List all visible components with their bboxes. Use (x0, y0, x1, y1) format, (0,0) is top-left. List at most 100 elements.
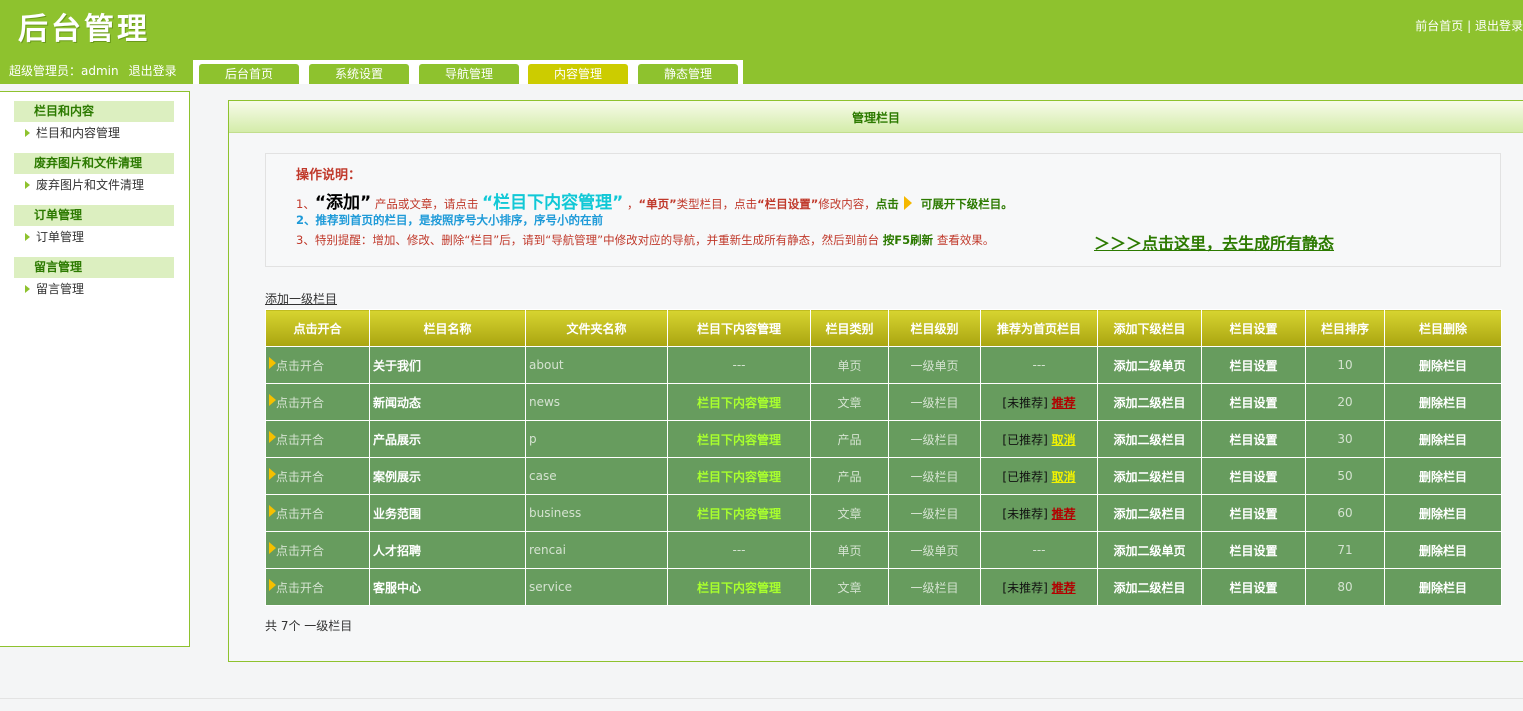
note-text: 点击 (875, 197, 899, 211)
content-mgmt-link[interactable]: 栏目下内容管理 (697, 507, 781, 521)
column-type: 文章 (810, 494, 889, 532)
add-sub-column-link[interactable]: 添加二级单页 (1097, 346, 1202, 384)
sidebar-item-orders[interactable]: 订单管理 (14, 226, 189, 248)
column-type: 产品 (810, 457, 889, 495)
column-name: 产品展示 (369, 420, 526, 458)
column-settings-link[interactable]: 栏目设置 (1201, 568, 1306, 606)
delete-column-link[interactable]: 删除栏目 (1384, 531, 1502, 569)
expand-triangle-icon[interactable] (269, 467, 276, 480)
delete-column-link[interactable]: 删除栏目 (1384, 457, 1502, 495)
tab-home[interactable]: 后台首页 (199, 64, 299, 84)
toggle-label[interactable]: 点击开合 (276, 507, 324, 521)
logout-link[interactable]: 退出登录 (129, 64, 177, 78)
delete-column-link[interactable]: 删除栏目 (1384, 383, 1502, 421)
content-mgmt-link[interactable]: 栏目下内容管理 (697, 396, 781, 410)
add-sub-column-link[interactable]: 添加二级栏目 (1097, 420, 1202, 458)
content-mgmt-link[interactable]: 栏目下内容管理 (697, 470, 781, 484)
recommend-link[interactable]: 推荐 (1052, 396, 1076, 410)
note-text: “单页” (638, 197, 677, 211)
column-level: 一级单页 (888, 531, 981, 569)
cancel-recommend-link[interactable]: 取消 (1052, 433, 1076, 447)
toggle-label[interactable]: 点击开合 (276, 433, 324, 447)
recommend-link[interactable]: 推荐 (1052, 581, 1076, 595)
expand-triangle-icon[interactable] (269, 356, 276, 369)
toggle-cell[interactable]: 点击开合 (265, 383, 370, 421)
add-sub-column-link[interactable]: 添加二级栏目 (1097, 383, 1202, 421)
column-settings-link[interactable]: 栏目设置 (1201, 457, 1306, 495)
sidebar-item-columns[interactable]: 栏目和内容管理 (14, 122, 189, 144)
column-level: 一级栏目 (888, 494, 981, 532)
tab-navigation[interactable]: 导航管理 (419, 64, 519, 84)
expand-triangle-icon[interactable] (269, 430, 276, 443)
column-settings-link[interactable]: 栏目设置 (1201, 531, 1306, 569)
expand-triangle-icon[interactable] (269, 393, 276, 406)
sidebar-title: 订单管理 (14, 205, 174, 226)
sidebar: 栏目和内容 栏目和内容管理 废弃图片和文件清理 废弃图片和文件清理 订单管理 订… (0, 91, 190, 647)
cancel-recommend-link[interactable]: 取消 (1052, 470, 1076, 484)
expand-triangle-icon[interactable] (269, 541, 276, 554)
toggle-cell[interactable]: 点击开合 (265, 457, 370, 495)
column-settings-link[interactable]: 栏目设置 (1201, 346, 1306, 384)
content-mgmt-link[interactable]: 栏目下内容管理 (697, 581, 781, 595)
top-links: 前台首页 | 退出登录 (1415, 17, 1523, 34)
recommend-link[interactable]: 推荐 (1052, 507, 1076, 521)
toggle-cell[interactable]: 点击开合 (265, 494, 370, 532)
recommend-cell: [未推荐] 推荐 (980, 383, 1098, 421)
folder-name: rencai (525, 531, 668, 569)
add-sub-column-link[interactable]: 添加二级栏目 (1097, 568, 1202, 606)
toggle-label[interactable]: 点击开合 (276, 359, 324, 373)
delete-column-link[interactable]: 删除栏目 (1384, 568, 1502, 606)
add-sub-column-link[interactable]: 添加二级单页 (1097, 531, 1202, 569)
content-mgmt-link[interactable]: 栏目下内容管理 (697, 433, 781, 447)
toggle-cell[interactable]: 点击开合 (265, 568, 370, 606)
sidebar-group-columns: 栏目和内容 栏目和内容管理 (14, 101, 189, 144)
column-settings-link[interactable]: 栏目设置 (1201, 494, 1306, 532)
expand-triangle-icon[interactable] (269, 578, 276, 591)
column-level: 一级栏目 (888, 420, 981, 458)
tab-system[interactable]: 系统设置 (309, 64, 409, 84)
column-header: 栏目排序 (1305, 309, 1385, 347)
main-tabs: 后台首页 系统设置 导航管理 内容管理 静态管理 (193, 60, 743, 84)
toggle-label[interactable]: 点击开合 (276, 470, 324, 484)
instructions-title: 操作说明： (296, 168, 362, 183)
add-top-column-link[interactable]: 添加一级栏目 (265, 290, 337, 307)
footer-divider (0, 698, 1523, 699)
column-order: 30 (1305, 420, 1385, 458)
tab-content[interactable]: 内容管理 (528, 64, 628, 84)
generate-static-link[interactable]: ＞＞＞点击这里，去生成所有静态 (1094, 230, 1334, 254)
column-settings-link[interactable]: 栏目设置 (1201, 383, 1306, 421)
sidebar-item-messages[interactable]: 留言管理 (14, 278, 189, 300)
top-logout-link[interactable]: 退出登录 (1475, 19, 1523, 33)
sidebar-item-label: 废弃图片和文件清理 (36, 178, 145, 192)
delete-column-link[interactable]: 删除栏目 (1384, 420, 1502, 458)
instruction-line-1: 1、“添加” 产品或文章，请点击 “栏目下内容管理” ，“单页”类型栏目，点击“… (296, 188, 1013, 213)
delete-column-link[interactable]: 删除栏目 (1384, 494, 1502, 532)
site-logo: 后台管理 (18, 12, 150, 47)
toggle-label[interactable]: 点击开合 (276, 544, 324, 558)
link-separator: | (1463, 19, 1475, 33)
table-header-row: 点击开合 栏目名称 文件夹名称 栏目下内容管理 栏目类别 栏目级别 推荐为首页栏… (265, 309, 1502, 347)
sidebar-item-cleanup[interactable]: 废弃图片和文件清理 (14, 174, 189, 196)
front-home-link[interactable]: 前台首页 (1415, 19, 1463, 33)
table-row: 点击开合 关于我们 about --- 单页 一级单页 --- 添加二级单页 栏目设置 10 删除栏… (265, 346, 1502, 384)
toggle-cell[interactable]: 点击开合 (265, 420, 370, 458)
recommend-cell: --- (980, 531, 1098, 569)
delete-column-link[interactable]: 删除栏目 (1384, 346, 1502, 384)
column-type: 文章 (810, 383, 889, 421)
sidebar-item-label: 留言管理 (36, 282, 85, 296)
table-row: 点击开合 客服中心 service 栏目下内容管理 文章 一级栏目 [未推荐] 推荐 添加二级… (265, 568, 1502, 606)
toggle-cell[interactable]: 点击开合 (265, 346, 370, 384)
add-sub-column-link[interactable]: 添加二级栏目 (1097, 457, 1202, 495)
folder-name: p (525, 420, 668, 458)
toggle-label[interactable]: 点击开合 (276, 396, 324, 410)
instructions-box: 操作说明： 1、“添加” 产品或文章，请点击 “栏目下内容管理” ，“单页”类型… (265, 153, 1501, 267)
tab-static[interactable]: 静态管理 (638, 64, 738, 84)
toggle-cell[interactable]: 点击开合 (265, 531, 370, 569)
column-level: 一级单页 (888, 346, 981, 384)
add-sub-column-link[interactable]: 添加二级栏目 (1097, 494, 1202, 532)
triangle-right-icon (25, 129, 30, 137)
instruction-line-3: 3、特别提醒：增加、修改、删除“栏目”后，请到“导航管理”中修改对应的导航，并重… (296, 232, 994, 248)
expand-triangle-icon[interactable] (269, 504, 276, 517)
toggle-label[interactable]: 点击开合 (276, 581, 324, 595)
column-settings-link[interactable]: 栏目设置 (1201, 420, 1306, 458)
